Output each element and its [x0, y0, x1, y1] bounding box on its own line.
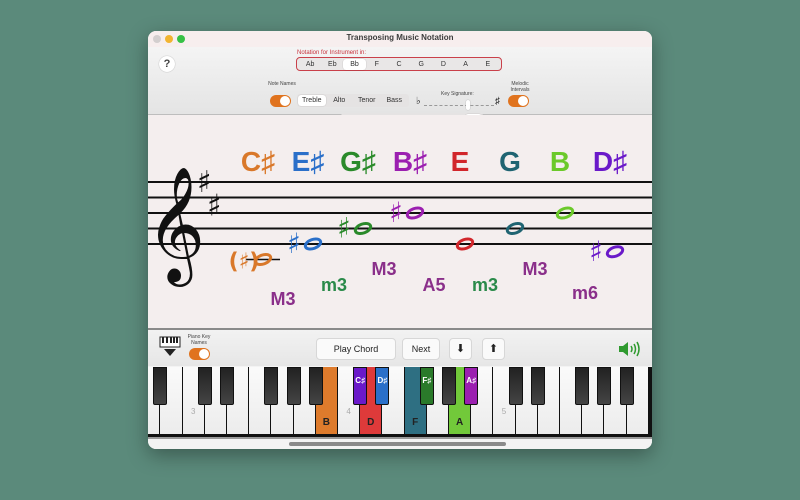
app-window: Transposing Music Notation ? Notation fo… — [148, 31, 652, 449]
note-name-label: G♯ — [340, 146, 376, 177]
note-name-label: E♯ — [292, 146, 325, 177]
instrument-option-g[interactable]: G — [410, 59, 432, 70]
key-signature-label: Key Signature: — [441, 91, 474, 97]
melodic-intervals-toggle[interactable] — [508, 95, 529, 107]
staff-area: 𝄞 ♯ ♯ C♯ (♯) E♯ ♯ G♯ ♯ B♯ ♯ E G B D♯ ♯ M3 m3 M3 A5 m3 M3 m6 — [148, 115, 652, 328]
sharp-accidental: ♯ — [287, 227, 301, 260]
sharp-accidental: ♯ — [389, 196, 403, 229]
instrument-option-e[interactable]: E — [477, 59, 499, 70]
piano-key-label: D — [367, 417, 375, 428]
instrument-option-ab[interactable]: Ab — [299, 59, 321, 70]
clef-segmented-control: Treble Alto Tenor Bass — [297, 94, 409, 107]
speaker-icon[interactable] — [618, 341, 642, 357]
piano-key-a-sharp3[interactable] — [308, 367, 323, 405]
interval-label: M3 — [270, 289, 295, 309]
clef-option-bass[interactable]: Bass — [381, 95, 409, 106]
instrument-label: Notation for Instrument in: — [297, 50, 367, 56]
melodic-intervals-label: Melodic Intervals — [510, 81, 530, 93]
clef-option-alto[interactable]: Alto — [326, 95, 354, 106]
octave-label: 3 — [190, 407, 196, 416]
arrow-up-icon: ⬆ — [488, 343, 499, 355]
key-signature-slider-track[interactable] — [424, 105, 494, 106]
instrument-option-bb[interactable]: Bb — [343, 58, 366, 70]
interval-label: M3 — [522, 259, 547, 279]
piano-keyboard-down-icon[interactable] — [158, 336, 182, 360]
key-signature-sharp: ♯ — [207, 188, 222, 223]
controls-bar: Piano Key Names Play Chord Next ⬇ ⬆ — [148, 328, 652, 366]
piano-key-label: A — [455, 417, 464, 428]
piano-key-label: F♯ — [422, 376, 432, 385]
note-name-label: D♯ — [593, 146, 627, 177]
flat-icon: ♭ — [416, 96, 421, 107]
piano-key-label: B — [322, 417, 330, 428]
toggle-knob — [280, 96, 290, 106]
piano-key-d-sharp3[interactable] — [220, 367, 234, 405]
piano-key-c-sharp5[interactable] — [508, 367, 523, 405]
piano-key-label: A♯ — [466, 376, 477, 385]
help-button[interactable]: ? — [159, 56, 175, 72]
interval-label: M3 — [371, 259, 396, 279]
octave-label: 4 — [346, 407, 351, 416]
interval-label: m6 — [572, 283, 598, 303]
sharp-accidental: ♯ — [589, 235, 603, 268]
instrument-segmented-control: Ab Eb Bb F C G D A E — [296, 57, 502, 71]
toggle-knob — [199, 349, 209, 359]
piano-key-g-sharp4[interactable] — [442, 367, 456, 405]
sharp-icon: ♯ — [495, 96, 500, 107]
piano-keyboard: 3 B 4 D F A 5 C♯ D♯ F♯ A♯ — [148, 367, 652, 437]
window-title: Transposing Music Notation — [346, 33, 454, 42]
note-name-label: B — [550, 146, 570, 177]
piano-key-f-sharp3[interactable] — [264, 367, 279, 405]
music-staff: 𝄞♯♯C♯(♯)E♯♯G♯♯B♯♯E G B D♯♯M3m3M3A5 m3M3m6 — [148, 146, 652, 309]
whole-note-head — [605, 245, 625, 259]
arrow-down-icon: ⬇ — [455, 343, 466, 355]
piano-key-d-sharp5[interactable] — [530, 367, 545, 405]
piano-key-names-toggle[interactable] — [189, 348, 210, 360]
key-signature-slider-thumb[interactable] — [466, 100, 470, 110]
toggle-knob — [518, 96, 528, 106]
instrument-option-d[interactable]: D — [432, 59, 454, 70]
octave-label: 5 — [501, 407, 507, 416]
piano-scrollbar[interactable] — [148, 437, 652, 449]
piano-key-g-sharp5[interactable] — [597, 367, 612, 405]
clef-option-treble[interactable]: Treble — [298, 95, 326, 106]
transpose-down-button[interactable]: ⬇ — [449, 338, 472, 360]
instrument-option-a[interactable]: A — [455, 59, 477, 70]
piano-key-c-sharp4[interactable]: C♯ — [353, 367, 368, 405]
piano-key-c-sharp3[interactable] — [197, 367, 212, 405]
note-names-toggle[interactable] — [270, 95, 291, 107]
interval-label: m3 — [321, 275, 347, 295]
piano-key-label: D♯ — [377, 376, 388, 385]
piano-key-names-label: Piano Key Names — [187, 334, 211, 346]
note-name-label: G — [499, 146, 521, 177]
play-chord-button[interactable]: Play Chord — [316, 338, 396, 360]
question-mark-icon: ? — [163, 58, 171, 70]
piano-key-f-sharp5[interactable] — [575, 367, 590, 405]
instrument-option-f[interactable]: F — [366, 59, 388, 70]
sharp-accidental: (♯) — [229, 250, 260, 275]
piano-key-label: F — [412, 417, 419, 428]
note-name-label: E — [451, 146, 470, 177]
piano-key-a-sharp2[interactable] — [153, 367, 168, 405]
sharp-accidental: ♯ — [337, 212, 351, 245]
transpose-up-button[interactable]: ⬆ — [482, 338, 505, 360]
piano-key-a-sharp5[interactable] — [619, 367, 634, 405]
piano-key-d-sharp4[interactable]: D♯ — [375, 367, 390, 405]
interval-label: m3 — [472, 275, 498, 295]
interval-label: A5 — [422, 275, 445, 295]
piano-scrollbar-thumb[interactable] — [289, 442, 506, 446]
piano-key-g-sharp3[interactable] — [286, 367, 301, 405]
piano-key-f-sharp4[interactable]: F♯ — [419, 367, 434, 405]
next-button[interactable]: Next — [402, 338, 440, 360]
note-name-label: B♯ — [393, 146, 427, 177]
note-name-label: C♯ — [241, 146, 275, 177]
note-names-label: Note Names — [268, 81, 296, 87]
instrument-option-eb[interactable]: Eb — [321, 59, 343, 70]
piano-key-label: C♯ — [355, 376, 366, 385]
clef-option-tenor[interactable]: Tenor — [353, 95, 381, 106]
toolbar: ? Notation for Instrument in: Ab Eb Bb F C G D… — [148, 47, 652, 125]
piano-key-a-sharp4[interactable]: A♯ — [464, 367, 479, 405]
title-bar: Transposing Music Notation — [148, 31, 652, 47]
instrument-option-c[interactable]: C — [388, 59, 410, 70]
